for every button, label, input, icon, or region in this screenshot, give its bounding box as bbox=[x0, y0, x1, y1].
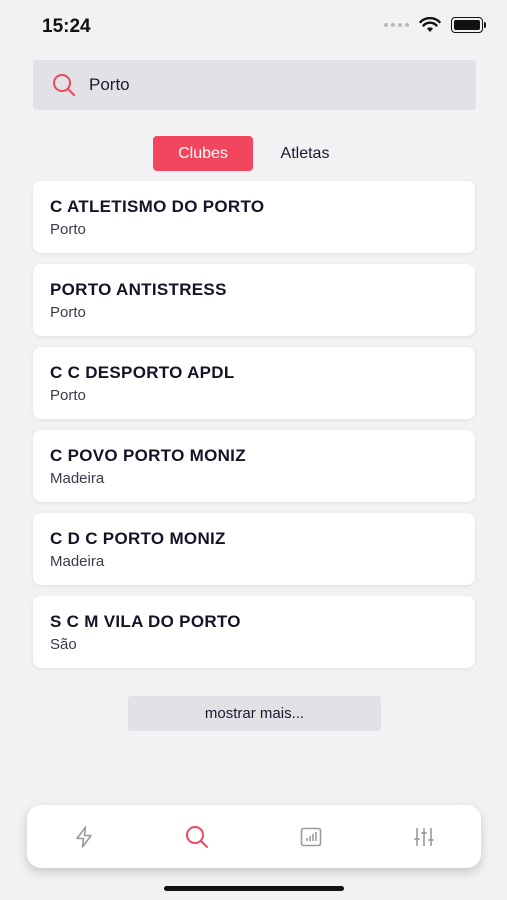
club-name: C D C PORTO MONIZ bbox=[50, 529, 226, 548]
club-name: C C DESPORTO APDL bbox=[50, 363, 235, 382]
list-item[interactable]: C POVO PORTO MONIZ Madeira bbox=[33, 430, 475, 502]
club-location: Madeira bbox=[50, 470, 105, 487]
tab-activity[interactable] bbox=[54, 812, 114, 862]
tab-bar bbox=[27, 805, 481, 868]
status-time: 15:24 bbox=[42, 16, 91, 37]
tab-search[interactable] bbox=[167, 812, 227, 862]
list-item[interactable]: C D C PORTO MONIZ Madeira bbox=[33, 513, 475, 585]
club-name: PORTO ANTISTRESS bbox=[50, 280, 227, 299]
club-location: São bbox=[50, 636, 77, 653]
club-name: C ATLETISMO DO PORTO bbox=[50, 197, 265, 216]
list-item[interactable]: PORTO ANTISTRESS Porto bbox=[33, 264, 475, 336]
segmented-control: Clubes Atletas bbox=[153, 136, 357, 171]
chart-icon bbox=[300, 827, 322, 846]
status-indicators bbox=[384, 17, 486, 33]
tab-stats[interactable] bbox=[281, 812, 341, 862]
club-location: Porto bbox=[50, 304, 86, 321]
list-item[interactable]: C C DESPORTO APDL Porto bbox=[33, 347, 475, 419]
tab-clubes[interactable]: Clubes bbox=[153, 136, 253, 171]
club-name: S C M VILA DO PORTO bbox=[50, 612, 241, 631]
club-location: Porto bbox=[50, 221, 86, 238]
list-item[interactable]: C ATLETISMO DO PORTO Porto bbox=[33, 181, 475, 253]
search-icon bbox=[186, 825, 209, 848]
club-location: Madeira bbox=[50, 553, 105, 570]
search-icon bbox=[53, 74, 75, 96]
search-bar[interactable] bbox=[33, 60, 476, 110]
results-list: C ATLETISMO DO PORTO Porto PORTO ANTISTR… bbox=[33, 181, 475, 679]
wifi-icon bbox=[419, 17, 441, 32]
status-bar: 15:24 bbox=[0, 0, 507, 52]
club-name: C POVO PORTO MONIZ bbox=[50, 446, 246, 465]
club-location: Porto bbox=[50, 387, 86, 404]
search-input[interactable] bbox=[89, 75, 449, 95]
show-more-button[interactable]: mostrar mais... bbox=[128, 696, 381, 731]
tab-settings[interactable] bbox=[394, 812, 454, 862]
signal-icon bbox=[384, 23, 409, 27]
list-item[interactable]: S C M VILA DO PORTO São bbox=[33, 596, 475, 668]
sliders-icon bbox=[414, 827, 434, 846]
battery-icon bbox=[451, 17, 486, 33]
lightning-icon bbox=[75, 825, 92, 848]
home-indicator bbox=[164, 886, 344, 891]
tab-atletas[interactable]: Atletas bbox=[253, 136, 357, 171]
